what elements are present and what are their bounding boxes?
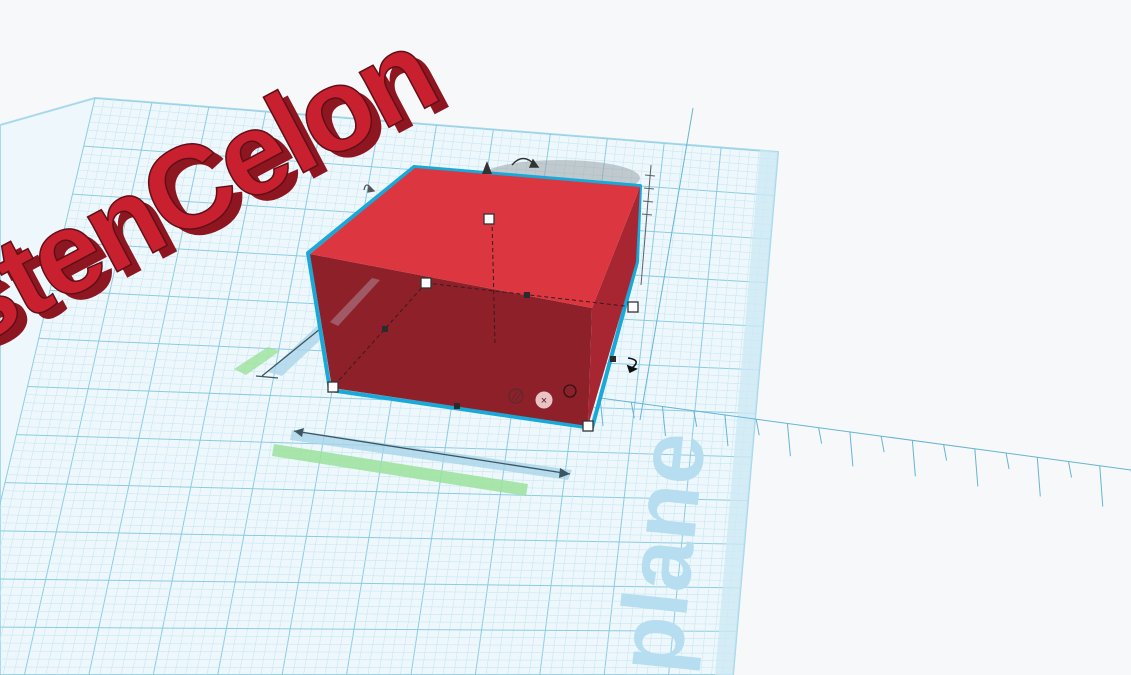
ruler-tick [911,440,916,477]
resize-handle-front-left[interactable] [327,381,339,393]
3d-viewport[interactable]: plane stenCelon stenCelon × [0,0,1131,675]
resize-handle-front-right[interactable] [582,420,594,432]
close-icon[interactable]: × [534,390,554,410]
ruler-tick [943,444,948,461]
resize-handle-back-left[interactable] [420,277,432,289]
ruler-tick [1068,461,1073,478]
ruler-tick [1099,465,1104,507]
ruler-tick [818,427,823,444]
svg-text:×: × [541,395,547,407]
ruler-tick [849,431,854,467]
ruler-tick [974,448,979,487]
ruler-tick [1036,457,1041,497]
ruler-tick [755,419,760,436]
ruler-tick [786,423,791,457]
ruler-tick [1005,452,1010,470]
ruler-tick [880,436,885,453]
resize-handle-top[interactable] [483,213,495,225]
resize-handle-right[interactable] [627,301,639,313]
